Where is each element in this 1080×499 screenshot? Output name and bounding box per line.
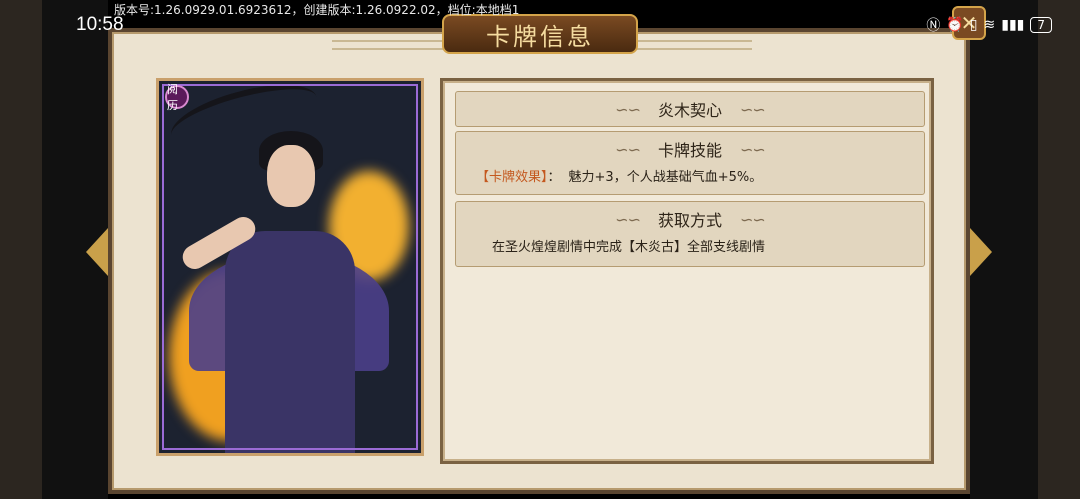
scroll-ornament-right: ∽∽ [740,99,766,119]
alarm-icon: ⏰ [946,17,964,33]
skill-effect: 【卡牌效果】： 魅力+3，个人战基础气血+5%。 [456,166,924,185]
section-title: 卡牌技能 [657,141,722,160]
scroll-ornament-left: ∽∽ [615,139,641,159]
scroll-ornament-right: ∽∽ [740,139,766,159]
status-icons: Ⓝ ⏰ ▯ ≋ ▮▮▮ 7 [926,15,1052,35]
section-card-skill: ∽∽ 卡牌技能 ∽∽ 【卡牌效果】： 魅力+3，个人战基础气血+5%。 [455,131,925,195]
effect-text: 魅力+3，个人战基础气血+5%。 [568,170,763,185]
page-title: 卡牌信息 [486,22,594,51]
title-plaque: 卡牌信息 [442,14,638,54]
prev-arrow-button[interactable] [86,228,108,276]
section-title: 炎木契心 [657,101,722,120]
version-text: 版本号:1.26.0929.01.6923612，创建版本:1.26.0922.… [114,3,520,17]
vibrate-icon: ▯ [969,17,978,33]
card-badge: 阅历 [165,83,189,112]
effect-label: 【卡牌效果】 [476,170,548,185]
scroll-ornament-right: ∽∽ [740,209,766,229]
info-box: ∽∽ 炎木契心 ∽∽ ∽∽ 卡牌技能 ∽∽ 【卡牌效果】： 魅力+3，个人战基础气… [440,78,934,464]
card-border [162,84,418,450]
wifi-icon: ≋ [983,17,996,33]
next-arrow-button[interactable] [970,228,992,276]
scroll-ornament-left: ∽∽ [615,99,641,119]
signal-icon: ▮▮▮ [1001,17,1025,33]
right-frame [1038,0,1080,499]
section-card-name: ∽∽ 炎木契心 ∽∽ [455,91,925,127]
acquire-text: 在圣火煌煌剧情中完成【木炎古】全部支线剧情 [492,240,766,255]
nfc-icon: Ⓝ [926,18,941,34]
card-image: 阅历 [156,78,424,456]
battery-icon: 7 [1030,17,1052,33]
section-acquire: ∽∽ 获取方式 ∽∽ 在圣火煌煌剧情中完成【木炎古】全部支线剧情 [455,201,925,267]
section-title: 获取方式 [657,211,722,230]
left-frame [0,0,42,499]
scroll-ornament-left: ∽∽ [615,209,641,229]
effect-sep: ： [547,170,561,185]
